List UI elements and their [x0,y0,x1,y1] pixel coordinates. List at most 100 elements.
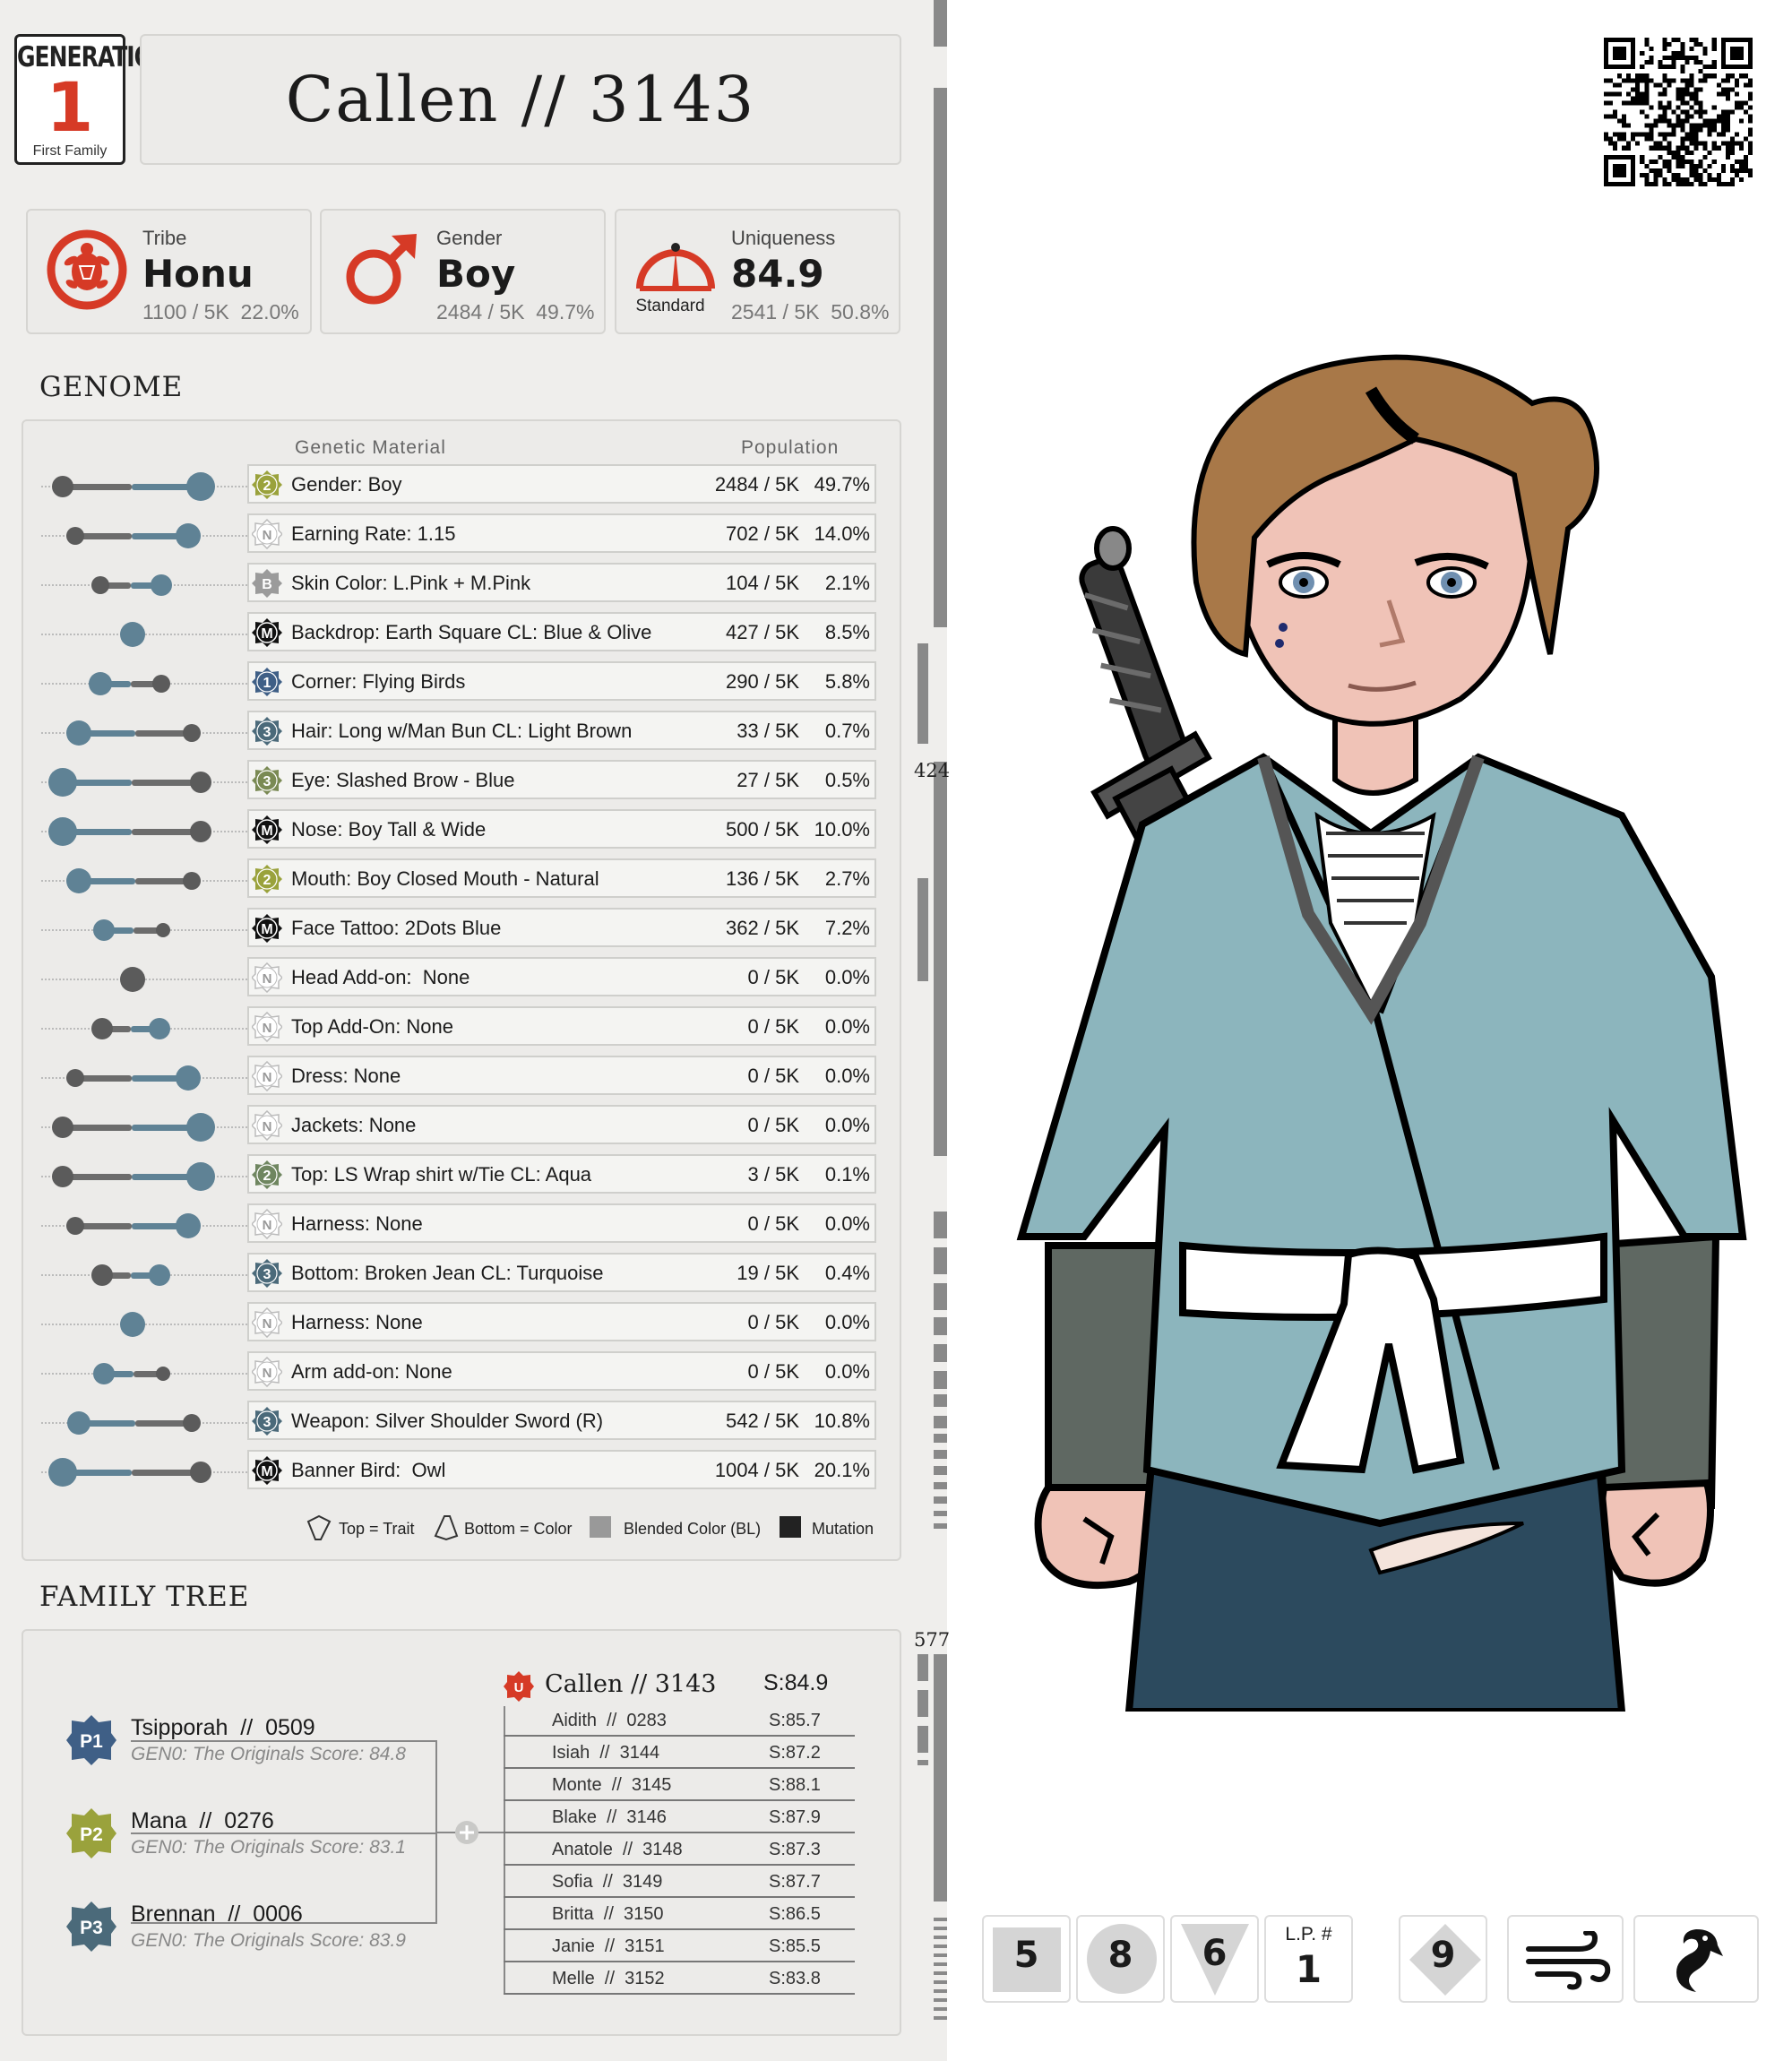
tile-lp[interactable]: L.P. # 1 [1264,1915,1353,2003]
sibling-row[interactable]: Blake // 3146 S:87.9 [504,1801,855,1833]
stat-card-uniqueness: Standard Uniqueness 84.9 2541 / 5K 50.8% [615,209,900,334]
genome-row[interactable]: N Jackets: None 0 / 5K 0.0% [0,1103,947,1152]
sibling-row[interactable]: Janie // 3151 S:85.5 [504,1930,855,1962]
gene-name: Backdrop: Earth Square CL: Blue & Olive [291,621,652,643]
sibling-row[interactable]: Sofia // 3149 S:87.7 [504,1866,855,1898]
allele-dot [176,523,201,548]
tile-flamingo[interactable] [1633,1915,1759,2003]
svg-text:M: M [261,824,272,839]
genome-row[interactable]: 3 Weapon: Silver Shoulder Sword (R) 542 … [0,1399,947,1448]
sibling-row[interactable]: Melle // 3152 S:83.8 [504,1962,855,1995]
genome-row[interactable]: M Banner Bird: Owl 1004 / 5K 20.1% [0,1448,947,1497]
genome-row[interactable]: M Nose: Boy Tall & Wide 500 / 5K 10.0% [0,807,947,857]
child-score: S:84.9 [763,1670,829,1695]
sibling-name: Sofia // 3149 [552,1872,663,1892]
genome-row[interactable]: N Harness: None 0 / 5K 0.0% [0,1202,947,1251]
number-badge-icon: 1 [252,668,282,696]
genome-row[interactable]: 2 Top: LS Wrap shirt w/Tie CL: Aqua 3 / … [0,1152,947,1202]
genome-row[interactable]: N Head Add-on: None 0 / 5K 0.0% [0,955,947,1005]
allele-dot [190,1462,211,1483]
tile-triangle[interactable]: 6 [1170,1915,1259,2003]
svg-text:N: N [263,1070,272,1085]
gene-name: Arm add-on: None [291,1360,452,1383]
qr-code-icon[interactable] [1604,38,1753,186]
sibling-row[interactable]: Monte // 3145 S:88.1 [504,1769,855,1801]
sibling-score: S:87.7 [769,1872,821,1892]
genome-row[interactable]: 2 Gender: Boy 2484 / 5K 49.7% [0,462,947,512]
tile-wind[interactable] [1507,1915,1624,2003]
sibling-row[interactable]: Britta // 3150 S:86.5 [504,1898,855,1930]
genome-row[interactable]: N Dress: None 0 / 5K 0.0% [0,1054,947,1103]
genome-row[interactable]: N Top Add-On: None 0 / 5K 0.0% [0,1005,947,1054]
sibling-score: S:85.7 [769,1711,821,1730]
gene-pct: 0.0% [824,1015,870,1038]
generation-label: GENERATION [17,40,171,73]
genome-row[interactable]: 3 Hair: Long w/Man Bun CL: Light Brown 3… [0,709,947,758]
p3-badge-text: P3 [80,1918,103,1938]
allele-dot [91,1018,113,1039]
stat-label: Gender [436,227,503,249]
child-name: Callen // 3143 [545,1670,717,1698]
gene-count: 0 / 5K [747,1114,799,1136]
mutation-swatch [780,1516,801,1538]
tile-square[interactable]: 5 [982,1915,1071,2003]
tile-circle[interactable]: 8 [1076,1915,1165,2003]
genome-row[interactable]: N Harness: None 0 / 5K 0.0% [0,1300,947,1350]
gene-count: 2484 / 5K [714,473,799,496]
svg-text:1: 1 [263,676,271,691]
svg-text:3: 3 [263,725,271,740]
gauge-label: Standard [635,297,705,315]
p3-badge-icon: P3 [66,1901,116,1952]
sibling-row[interactable]: Isiah // 3144 S:87.2 [504,1737,855,1769]
legend-mutation: Mutation [812,1520,874,1538]
svg-text:3: 3 [263,1415,271,1430]
svg-text:N: N [263,1119,272,1134]
p2-badge-icon: P2 [66,1808,116,1858]
allele-dot [176,1213,201,1238]
genome-row[interactable]: 3 Eye: Slashed Brow - Blue 27 / 5K 0.5% [0,758,947,807]
genome-row[interactable]: M Face Tattoo: 2Dots Blue 362 / 5K 7.2% [0,906,947,955]
genome-row[interactable]: 3 Bottom: Broken Jean CL: Turquoise 19 /… [0,1251,947,1300]
svg-text:N: N [263,1218,272,1233]
allele-dot [186,1162,215,1191]
allele-dot [93,919,115,941]
genome-row[interactable]: M Backdrop: Earth Square CL: Blue & Oliv… [0,610,947,660]
sibling-score: S:87.9 [769,1807,821,1827]
gene-count: 0 / 5K [747,1065,799,1087]
parent-connector-mid [131,1832,437,1834]
tile-diamond[interactable]: 9 [1399,1915,1487,2003]
genome-row[interactable]: N Arm add-on: None 0 / 5K 0.0% [0,1350,947,1399]
page-title: Callen // 3143 [285,63,756,136]
stat-label: Uniqueness [731,227,836,249]
none-badge-icon: N [252,1061,282,1091]
number-badge-icon: 2 [252,470,282,499]
stat-card-gender: Gender Boy 2484 / 5K 49.7% [320,209,606,334]
svg-text:M: M [261,626,272,642]
sibling-score: S:86.5 [769,1904,821,1924]
tile-value: 5 [1013,1935,1039,1976]
gene-pct: 7.2% [824,917,870,939]
gene-count: 0 / 5K [747,966,799,988]
genome-row[interactable]: N Earning Rate: 1.15 702 / 5K 14.0% [0,512,947,561]
genome-row[interactable]: B Skin Color: L.Pink + M.Pink 104 / 5K 2… [0,561,947,610]
genome-row[interactable]: 1 Corner: Flying Birds 290 / 5K 5.8% [0,660,947,709]
gene-name: Top Add-On: None [291,1015,454,1038]
sibling-name: Aidith // 0283 [552,1711,667,1730]
sibling-name: Britta // 3150 [552,1904,664,1924]
detail-panel: GENERATION 1 First Family Callen // 3143… [0,0,947,2061]
gene-name: Jackets: None [291,1114,417,1136]
allele-dot [48,768,77,797]
gene-count: 0 / 5K [747,1360,799,1383]
none-badge-icon: N [252,1110,282,1141]
gene-pct: 0.7% [824,720,870,742]
legend-blend: Blended Color (BL) [624,1520,762,1538]
gene-pct: 0.0% [824,1311,870,1333]
svg-text:N: N [263,1316,272,1332]
trait-icon [306,1514,332,1540]
sibling-row[interactable]: Anatole // 3148 S:87.3 [504,1833,855,1866]
gene-count: 702 / 5K [726,522,799,545]
genome-row[interactable]: 2 Mouth: Boy Closed Mouth - Natural 136 … [0,857,947,906]
character-portrait [1016,354,1747,1712]
sibling-row[interactable]: Aidith // 0283 S:85.7 [504,1704,855,1737]
allele-dot [176,1065,201,1091]
